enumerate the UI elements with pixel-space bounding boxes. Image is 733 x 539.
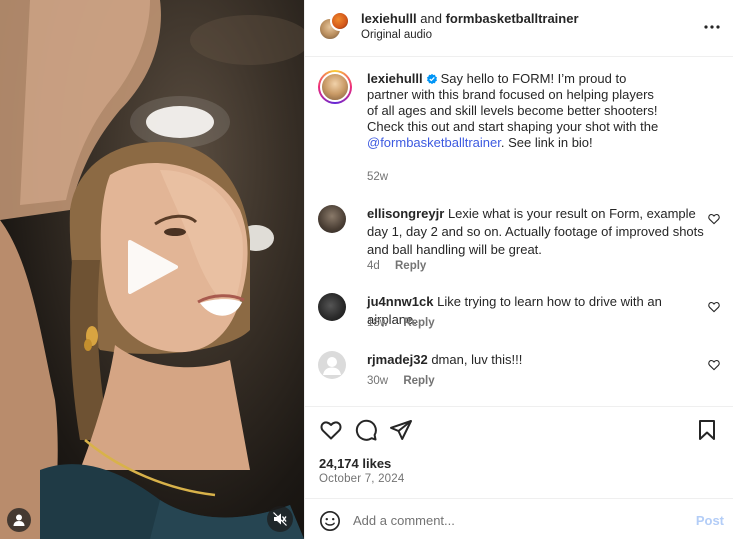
original-audio-link[interactable]: Original audio: [361, 29, 432, 41]
caption-mention-link[interactable]: @formbasketballtrainer: [367, 135, 501, 150]
post-date[interactable]: October 7, 2024: [319, 473, 404, 485]
like-count[interactable]: 24,174 likes: [319, 456, 391, 471]
post-authors: lexiehulll and formbasketballtrainer: [361, 11, 579, 26]
speaker-muted-icon: [273, 512, 287, 526]
collaborator-username[interactable]: formbasketballtrainer: [446, 11, 579, 26]
reply-button[interactable]: Reply: [403, 375, 434, 387]
comment-meta: 30w Reply: [367, 375, 435, 387]
comment-username[interactable]: ellisongreyjr: [367, 206, 444, 221]
reply-button[interactable]: Reply: [403, 317, 434, 329]
comment-time[interactable]: 4d: [367, 260, 380, 272]
comment-text: ellisongreyjr Lexie what is your result …: [367, 205, 707, 259]
action-bar: [305, 418, 733, 444]
comment-time[interactable]: 30w: [367, 375, 388, 387]
comment-body: dman, luv this!!!: [431, 352, 523, 367]
comment-avatar[interactable]: [318, 351, 346, 379]
heart-icon[interactable]: [708, 213, 720, 225]
comment-avatar[interactable]: [318, 205, 346, 233]
comment-username[interactable]: rjmadej32: [367, 352, 428, 367]
instagram-post-view: lexiehulll and formbasketballtrainer Ori…: [0, 0, 733, 539]
section-divider: [305, 406, 733, 407]
heart-icon[interactable]: [708, 301, 720, 313]
caption-username[interactable]: lexiehulll: [367, 71, 423, 86]
collab-avatars[interactable]: [318, 11, 352, 43]
share-icon[interactable]: [389, 418, 413, 442]
more-horizontal-icon: [704, 25, 720, 29]
verified-badge-icon: [426, 73, 437, 85]
comment-avatar[interactable]: [318, 293, 346, 321]
tagged-users-button[interactable]: [7, 508, 31, 532]
comment-time[interactable]: 18w: [367, 317, 388, 329]
default-avatar-icon: [323, 357, 341, 375]
caption-body-end: . See link in bio!: [500, 135, 593, 150]
heart-icon[interactable]: [708, 359, 720, 371]
reply-button[interactable]: Reply: [395, 260, 426, 272]
comment-composer: Post: [305, 498, 733, 539]
comment-icon[interactable]: [354, 418, 378, 442]
user-icon: [13, 514, 25, 526]
comment-input[interactable]: [353, 509, 683, 531]
post-details-panel: lexiehulll and formbasketballtrainer Ori…: [304, 0, 733, 539]
heart-icon[interactable]: [319, 418, 343, 442]
play-button[interactable]: [120, 236, 182, 298]
comment-text: rjmadej32 dman, luv this!!!: [367, 351, 707, 369]
emoji-icon[interactable]: [319, 510, 341, 532]
bookmark-icon[interactable]: [695, 418, 719, 442]
caption-timestamp[interactable]: 52w: [367, 171, 388, 183]
mute-button[interactable]: [267, 506, 293, 532]
comment-meta: 18w Reply: [367, 317, 435, 329]
post-header: lexiehulll and formbasketballtrainer Ori…: [305, 0, 733, 57]
comment-meta: 4d Reply: [367, 260, 426, 272]
caption-avatar[interactable]: [318, 70, 352, 104]
more-options-button[interactable]: [702, 17, 722, 37]
play-icon: [128, 240, 178, 294]
caption-text: lexiehulll Say hello to FORM! I’m proud t…: [367, 71, 667, 151]
author-username[interactable]: lexiehulll: [361, 11, 417, 26]
post-video[interactable]: [0, 0, 304, 539]
comment-username[interactable]: ju4nnw1ck: [367, 294, 433, 309]
authors-joiner: and: [420, 11, 442, 26]
post-comment-button[interactable]: Post: [696, 513, 724, 528]
collaborator-avatar[interactable]: [330, 11, 350, 31]
